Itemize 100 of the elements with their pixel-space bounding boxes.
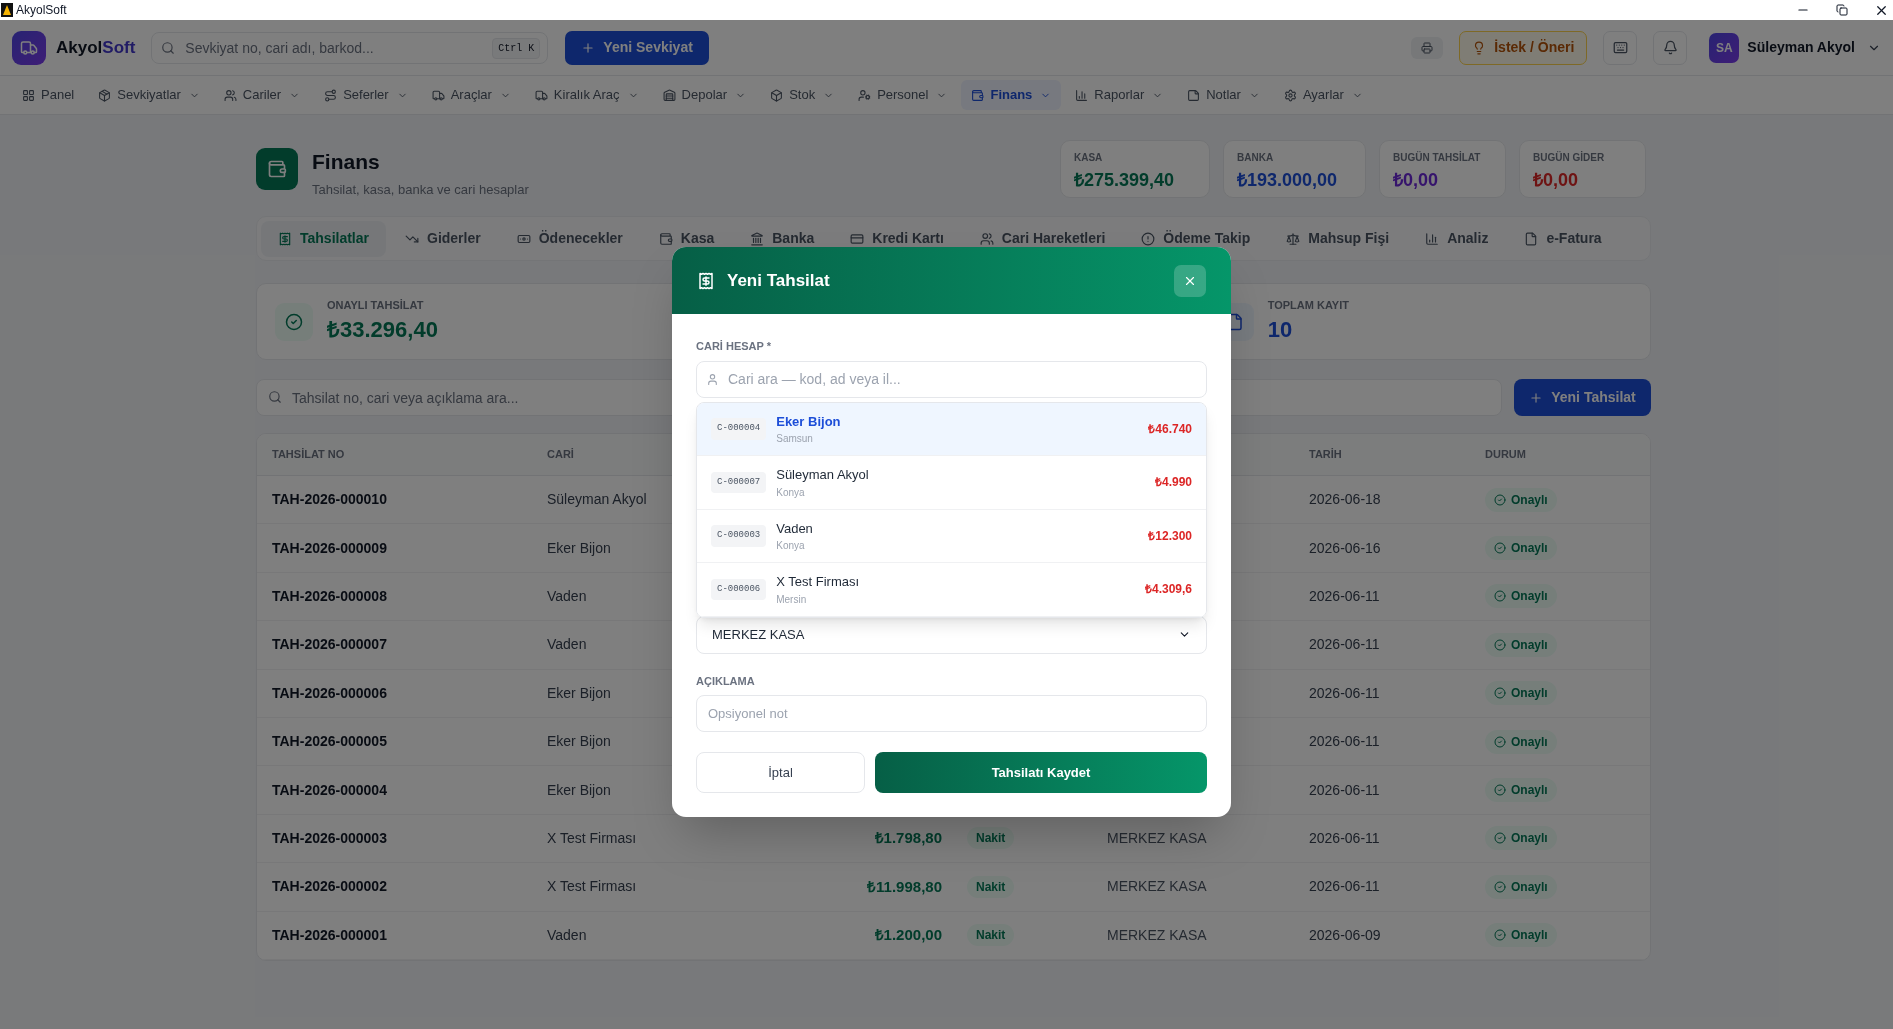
nav-menu-item[interactable]: Personel: [848, 80, 958, 110]
tab[interactable]: Cari Hareketleri: [962, 220, 1123, 257]
nav-menu-item[interactable]: Cariler: [213, 80, 311, 110]
account-option[interactable]: C-000007 Süleyman Akyol Konya ₺4.990: [697, 456, 1206, 510]
nav-menu-item[interactable]: Finans: [961, 80, 1062, 110]
table-cell-text: X Test Firması: [547, 828, 637, 848]
settings-icon: [1283, 88, 1297, 102]
account-option[interactable]: C-000004 Eker Bijon Samsun ₺46.740: [697, 402, 1206, 456]
account-city: Konya: [776, 539, 806, 553]
column-header: DURUM: [1485, 447, 1526, 463]
table-cell-text: 2026-06-11: [1309, 828, 1380, 848]
bell-icon: [1662, 40, 1678, 55]
tab[interactable]: Mahsup Fişi: [1269, 220, 1407, 257]
user-avatar[interactable]: SA: [1709, 32, 1740, 63]
payment-method-tag: Nakit: [967, 924, 1015, 947]
table-cell-text: MERKEZ KASA: [1107, 877, 1207, 897]
alert-icon: [1141, 231, 1156, 246]
nav-menu-item[interactable]: Sevkiyatlar: [88, 80, 210, 110]
nav-menu-item[interactable]: Depolar: [652, 80, 757, 110]
account-balance: ₺4.990: [1154, 474, 1192, 492]
brand-name: AkyolSoft: [56, 36, 136, 59]
truck-icon: [534, 88, 548, 102]
nav-menu-item[interactable]: Seferler: [314, 80, 418, 110]
receipt-icon: [278, 231, 292, 246]
table-cell-text: Vaden: [547, 586, 587, 606]
nav-menu-item[interactable]: Araçlar: [421, 80, 521, 110]
tab[interactable]: Ödeme Takip: [1124, 220, 1268, 257]
status-badge: Onaylı: [1485, 536, 1557, 561]
finance-icon: [256, 148, 298, 190]
tab[interactable]: Tahsilatlar: [261, 220, 386, 257]
tab[interactable]: Giderler: [388, 220, 498, 257]
notifications-button[interactable]: [1653, 30, 1688, 65]
printer-button[interactable]: [1411, 36, 1444, 59]
account-option[interactable]: C-000003 Vaden Konya ₺12.300: [697, 509, 1206, 563]
route-icon: [324, 88, 338, 102]
field-label: CARİ HESAP *: [696, 339, 772, 354]
account-search-field[interactable]: Cari ara — kod, ad veya il...: [696, 360, 1207, 398]
status-badge: Onaylı: [1485, 923, 1557, 948]
nav-menu-item[interactable]: Ayarlar: [1273, 80, 1373, 110]
keyboard-icon: [1612, 40, 1628, 55]
account-option[interactable]: C-000006 X Test Firması Mersin ₺4.309,6: [697, 563, 1206, 617]
note-icon: [1187, 88, 1201, 102]
nav-menu-item[interactable]: Panel: [12, 80, 85, 110]
new-shipment-button[interactable]: Yeni Sevkiyat: [565, 30, 709, 65]
balance-value: ₺0,00: [1393, 169, 1440, 192]
search-icon: [268, 390, 282, 404]
tab[interactable]: Kasa: [641, 220, 732, 257]
nav-menu-item[interactable]: Raporlar: [1065, 80, 1174, 110]
tab[interactable]: Analiz: [1408, 220, 1506, 257]
app-logo-icon: [1, 3, 13, 17]
tab[interactable]: Ödenecekler: [499, 220, 640, 257]
account-name: X Test Firması: [776, 573, 860, 591]
table-cell-text: 2026-06-11: [1309, 732, 1380, 752]
payment-method-tag: Nakit: [967, 875, 1015, 898]
table-cell-text: TAH-2026-000010: [272, 490, 387, 510]
table-cell-text: TAH-2026-000001: [272, 925, 387, 945]
new-collection-button[interactable]: Yeni Tahsilat: [1514, 379, 1651, 416]
account-balance: ₺46.740: [1148, 420, 1192, 438]
nav-menu-item[interactable]: Stok: [760, 80, 845, 110]
truck-icon: [431, 88, 445, 102]
nav-menu-item[interactable]: Kiralık Araç: [524, 80, 649, 110]
table-cell-text: TAH-2026-000003: [272, 828, 387, 848]
table-cell-text: Süleyman Akyol: [547, 490, 647, 510]
balance-label: BUGÜN TAHSİLAT: [1393, 150, 1482, 165]
restore-button[interactable]: [1836, 4, 1848, 16]
scale-icon: [1286, 231, 1301, 246]
balance-label: BANKA: [1237, 151, 1275, 165]
tab[interactable]: e-Fatura: [1507, 220, 1619, 257]
table-cell-text: 2026-06-11: [1309, 635, 1380, 655]
plus-icon: [1529, 390, 1544, 405]
status-badge: Onaylı: [1485, 681, 1557, 706]
column-header: TAHSİLAT NO: [272, 447, 345, 463]
page-subtitle: Tahsilat, kasa, banka ve cari hesaplar: [312, 180, 529, 199]
table-cell-text: Eker Bijon: [547, 538, 611, 558]
feedback-button[interactable]: İstek / Öneri: [1459, 30, 1588, 65]
cancel-button[interactable]: İptal: [696, 752, 865, 793]
table-cell-text: Vaden: [547, 925, 587, 945]
summary-value: ₺33.296,40: [327, 316, 438, 345]
file-icon: [1524, 231, 1539, 246]
balance-value: ₺275.399,40: [1074, 169, 1176, 192]
restore-icon: [1836, 4, 1848, 16]
table-cell-text: Eker Bijon: [547, 732, 611, 752]
summary-value: 10: [1267, 316, 1294, 345]
status-badge: Onaylı: [1485, 826, 1557, 851]
table-cell-text: MERKEZ KASA: [1107, 925, 1207, 945]
keyboard-button[interactable]: [1603, 30, 1638, 65]
tab[interactable]: Banka: [733, 220, 832, 257]
balance-label: BUGÜN GİDER: [1533, 150, 1606, 165]
user-menu[interactable]: Süleyman Akyol: [1747, 37, 1855, 58]
note-field[interactable]: Opsiyonel not: [696, 695, 1207, 732]
column-header: TARİH: [1309, 447, 1342, 463]
field-label: AÇIKLAMA: [696, 673, 756, 689]
account-code: C-000004: [711, 418, 767, 440]
table-cell-text: TAH-2026-000007: [272, 635, 387, 655]
save-button[interactable]: Tahsilatı Kaydet: [875, 752, 1207, 793]
summary-label: ONAYLI TAHSİLAT: [327, 297, 425, 313]
tab[interactable]: Kredi Kartı: [833, 220, 961, 257]
table-cell-text: TAH-2026-000005: [272, 732, 387, 752]
payment-method-tag: Nakit: [967, 827, 1015, 850]
nav-menu-item[interactable]: Notlar: [1177, 80, 1270, 110]
